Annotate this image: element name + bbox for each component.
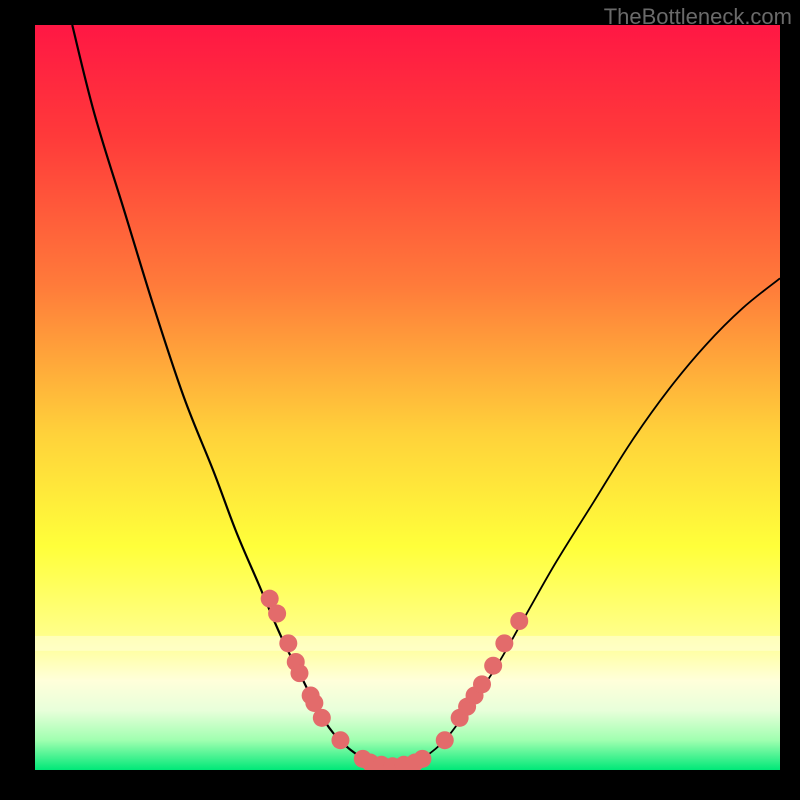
chart-plot-area: [35, 25, 780, 770]
scatter-point: [484, 657, 502, 675]
scatter-point: [413, 750, 431, 768]
left-curve-line: [72, 25, 370, 766]
right-curve-line: [408, 278, 781, 766]
chart-curves-layer: [35, 25, 780, 770]
scatter-point: [279, 634, 297, 652]
scatter-point: [510, 612, 528, 630]
scatter-point: [268, 605, 286, 623]
scatter-point: [313, 709, 331, 727]
scatter-point: [331, 731, 349, 749]
scatter-points-group: [261, 590, 529, 770]
scatter-point: [495, 634, 513, 652]
scatter-point: [473, 675, 491, 693]
scatter-point: [290, 664, 308, 682]
scatter-point: [436, 731, 454, 749]
watermark-text: TheBottleneck.com: [604, 4, 792, 30]
